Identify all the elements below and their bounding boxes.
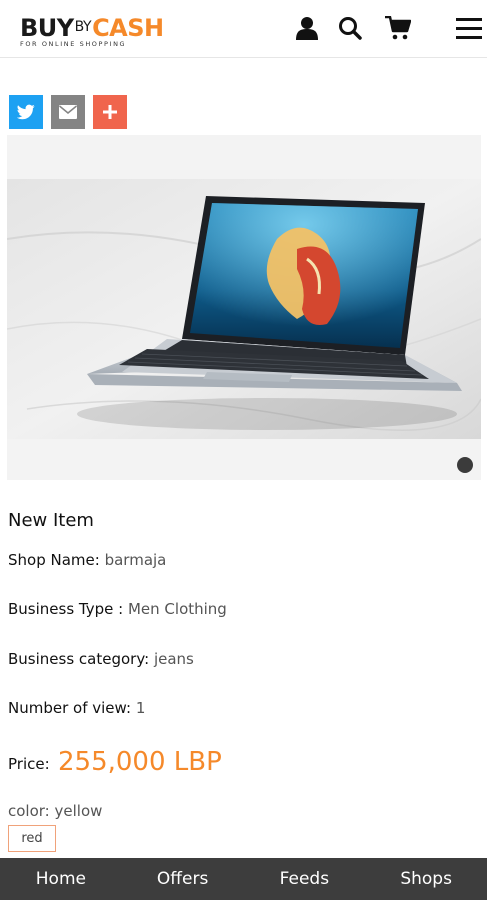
logo-wordmark: BUYBYCASH (20, 14, 164, 41)
logo-by-text: BY (74, 19, 92, 35)
price-value: 255,000 LBP (58, 747, 222, 777)
plus-icon (103, 105, 117, 119)
color-row: color: yellow (8, 802, 102, 820)
nav-shops[interactable]: Shops (365, 858, 487, 900)
business-category-label: Business category: (8, 650, 150, 668)
user-icon[interactable] (293, 14, 321, 42)
product-image (7, 179, 481, 439)
views-row: Number of view: 1 (8, 699, 145, 717)
product-title: New Item (8, 510, 94, 531)
logo[interactable]: BUYBYCASH FOR ONLINE SHOPPING (20, 14, 164, 48)
business-type-row: Business Type : Men Clothing (8, 600, 227, 618)
shop-name-value[interactable]: barmaja (105, 551, 167, 569)
email-icon (59, 105, 77, 119)
more-share-button[interactable] (93, 95, 127, 129)
shop-name-row: Shop Name: barmaja (8, 551, 166, 569)
nav-home[interactable]: Home (0, 858, 122, 900)
shop-name-label: Shop Name: (8, 551, 100, 569)
logo-buy-text: BUY (20, 14, 74, 42)
nav-feeds[interactable]: Feeds (244, 858, 366, 900)
search-icon[interactable] (336, 14, 364, 42)
cart-icon[interactable] (384, 14, 412, 42)
views-value: 1 (135, 699, 146, 717)
menu-icon[interactable] (455, 14, 483, 42)
twitter-icon (17, 104, 35, 120)
bottom-nav: Home Offers Feeds Shops (0, 858, 487, 900)
carousel-dot[interactable] (457, 457, 473, 473)
product-card: New Item Shop Name: barmaja Business Typ… (7, 135, 481, 857)
color-label: color: (8, 802, 50, 820)
image-carousel[interactable] (7, 135, 481, 480)
email-share-button[interactable] (51, 95, 85, 129)
price-label: Price: (8, 755, 50, 773)
color-value: yellow (54, 802, 103, 820)
business-category-value: jeans (153, 650, 194, 668)
logo-cash-text: CASH (92, 14, 164, 42)
color-option-chip[interactable]: red (8, 825, 56, 852)
business-type-value: Men Clothing (127, 600, 227, 618)
views-label: Number of view: (8, 699, 132, 717)
business-category-row: Business category: jeans (8, 650, 194, 668)
twitter-share-button[interactable] (9, 95, 43, 129)
business-type-label: Business Type : (8, 600, 124, 618)
nav-offers[interactable]: Offers (122, 858, 244, 900)
top-header: BUYBYCASH FOR ONLINE SHOPPING (0, 0, 487, 58)
